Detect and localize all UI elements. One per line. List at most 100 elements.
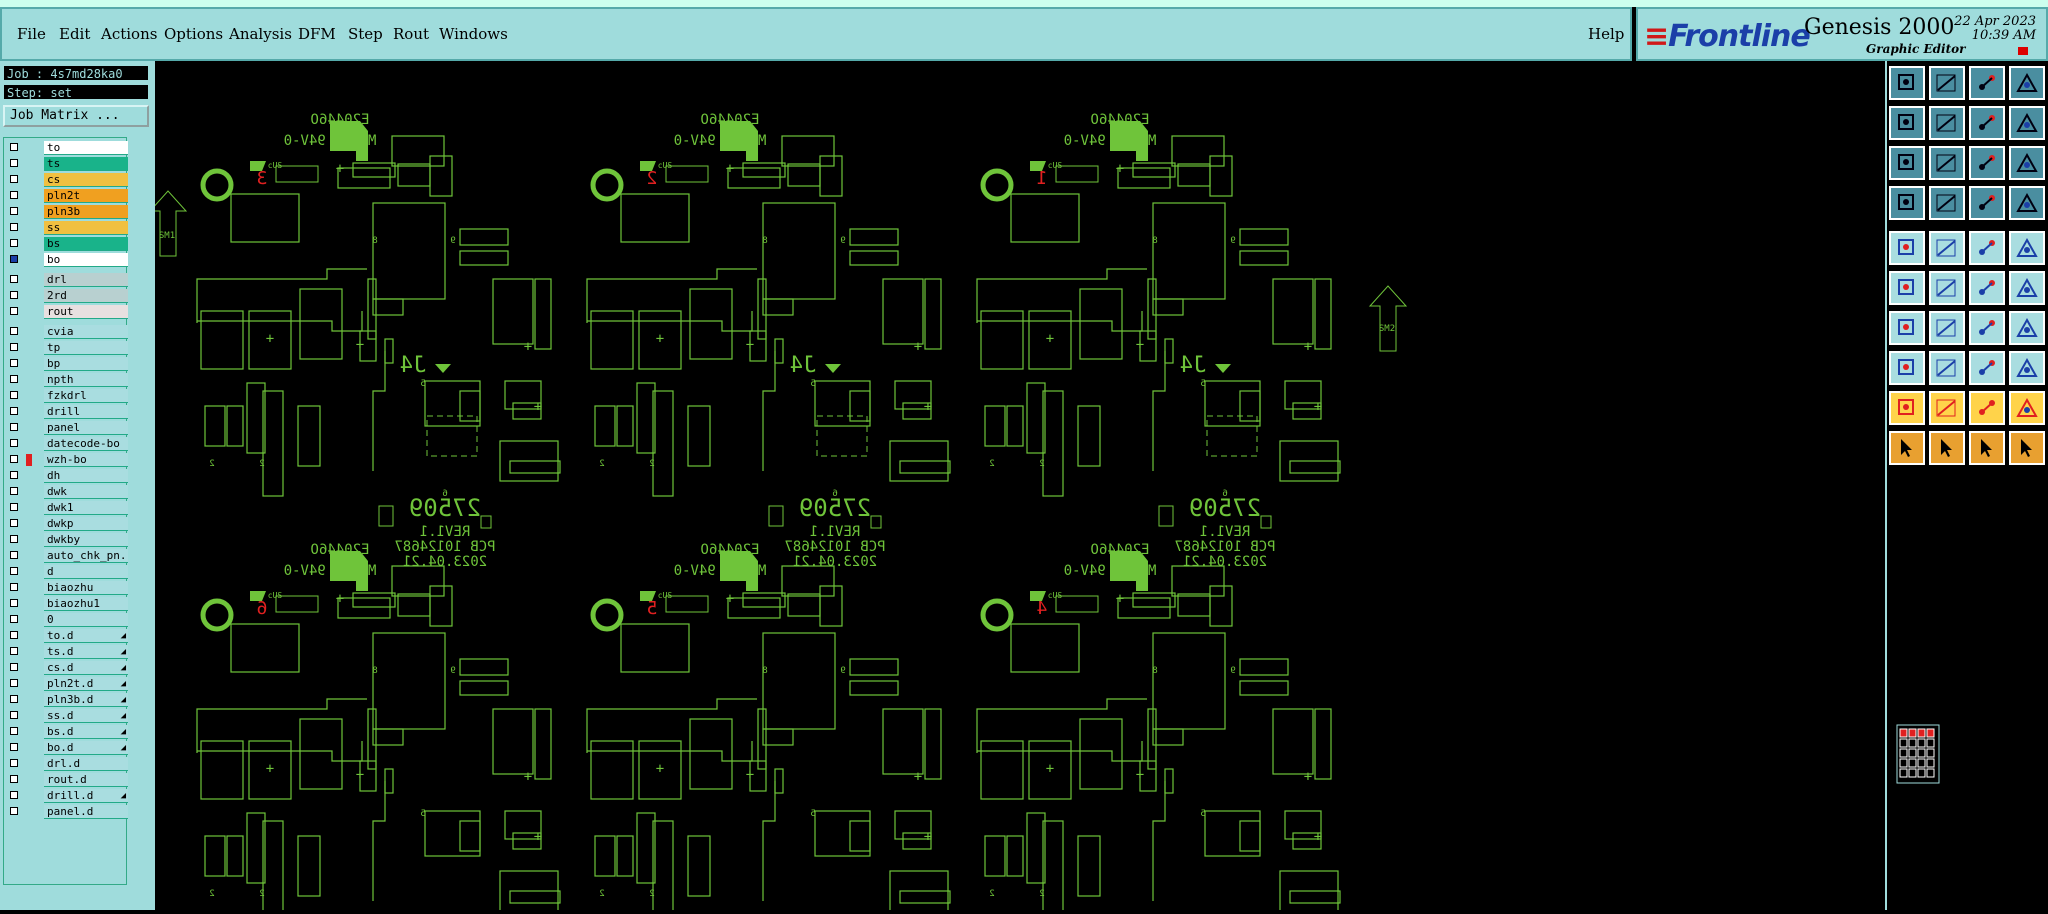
layer-name[interactable]: pln3b.d ◢ — [44, 693, 128, 707]
layer-checkbox[interactable] — [10, 239, 18, 247]
layer-swap-button[interactable] — [1969, 106, 2005, 140]
triangle-outline-button[interactable] — [2009, 391, 2045, 425]
import-button[interactable] — [1929, 106, 1965, 140]
layer-row-npth[interactable]: npth — [6, 373, 128, 387]
menu-step[interactable]: Step — [348, 25, 383, 43]
layer-row-pln3b-d[interactable]: pln3b.d ◢ — [6, 693, 128, 707]
layer-row-bs-d[interactable]: bs.d ◢ — [6, 725, 128, 739]
triangle-button[interactable] — [1889, 391, 1925, 425]
layer-name[interactable]: to.d ◢ — [44, 629, 128, 643]
layer-name[interactable]: ss — [44, 221, 128, 235]
layer-name[interactable]: dwk1 — [44, 501, 128, 515]
layer-row-drl-d[interactable]: drl.d — [6, 757, 128, 771]
save-button[interactable] — [1929, 66, 1965, 100]
layer-row-ss[interactable]: ss — [6, 221, 128, 235]
layer-row-pln2t[interactable]: pln2t — [6, 189, 128, 203]
layer-checkbox[interactable] — [10, 711, 18, 719]
split-view-button[interactable] — [2009, 66, 2045, 100]
layer-row-drl[interactable]: drl — [6, 273, 128, 287]
job-matrix-button[interactable]: Job Matrix ... — [3, 105, 149, 127]
layer-row-to-d[interactable]: to.d ◢ — [6, 629, 128, 643]
layer-checkbox[interactable] — [10, 775, 18, 783]
layer-name[interactable]: drl.d — [44, 757, 128, 771]
layer-checkbox[interactable] — [10, 807, 18, 815]
layer-name[interactable]: panel — [44, 421, 128, 435]
layer-checkbox[interactable] — [10, 631, 18, 639]
layer-name[interactable]: bo — [44, 253, 128, 267]
layer-checkbox[interactable] — [10, 375, 18, 383]
layer-name[interactable]: cvia — [44, 325, 128, 339]
layer-checkbox[interactable] — [10, 275, 18, 283]
layer-name[interactable]: pln3b — [44, 205, 128, 219]
pan-button[interactable] — [1929, 146, 1965, 180]
layer-row-dwkp[interactable]: dwkp — [6, 517, 128, 531]
layer-row-cs[interactable]: cs — [6, 173, 128, 187]
layer-checkbox[interactable] — [10, 551, 18, 559]
layer-row-cs-d[interactable]: cs.d ◢ — [6, 661, 128, 675]
layer-name[interactable]: ss.d ◢ — [44, 709, 128, 723]
add-line-button[interactable] — [1929, 231, 1965, 265]
layer-name[interactable]: rout.d — [44, 773, 128, 787]
menu-rout[interactable]: Rout — [393, 25, 429, 43]
layer-name[interactable]: drill.d ◢ — [44, 789, 128, 803]
layer-name[interactable]: drill — [44, 405, 128, 419]
graphic-canvas[interactable]: E20446OMI1 S 94V-0cUS3J427509REV1.1PCB 1… — [148, 61, 1885, 914]
layer-row-tp[interactable]: tp — [6, 341, 128, 355]
layer-name[interactable]: 2rd — [44, 289, 128, 303]
open-button[interactable] — [1889, 66, 1925, 100]
grid-button[interactable] — [1929, 186, 1965, 220]
layer-checkbox[interactable] — [10, 615, 18, 623]
help-button[interactable] — [2009, 146, 2045, 180]
layer-checkbox[interactable] — [10, 583, 18, 591]
layer-name[interactable]: fzkdrl — [44, 389, 128, 403]
add-circle-button[interactable] — [2009, 231, 2045, 265]
layer-checkbox[interactable] — [10, 359, 18, 367]
triangle-fill-button[interactable] — [1969, 391, 2005, 425]
menu-options[interactable]: Options — [164, 25, 223, 43]
layer-row-bo-d[interactable]: bo.d ◢ — [6, 741, 128, 755]
layer-name[interactable]: bp — [44, 357, 128, 371]
layer-row-datecode-bo[interactable]: datecode-bo — [6, 437, 128, 451]
layer-name[interactable]: tp — [44, 341, 128, 355]
draw-line-button[interactable] — [1889, 311, 1925, 345]
ring-button[interactable] — [2009, 351, 2045, 385]
zoom-fit-button[interactable] — [1889, 146, 1925, 180]
arc-button[interactable] — [1969, 311, 2005, 345]
layer-checkbox[interactable] — [10, 679, 18, 687]
select-button[interactable] — [1889, 431, 1925, 465]
layer-checkbox[interactable] — [10, 535, 18, 543]
menu-file[interactable]: File — [17, 25, 46, 43]
layer-row-panel-d[interactable]: panel.d — [6, 805, 128, 819]
layer-name[interactable]: biaozhu1 — [44, 597, 128, 611]
layer-row-rout-d[interactable]: rout.d — [6, 773, 128, 787]
layer-row-bo[interactable]: bo — [6, 253, 128, 267]
menu-help[interactable]: Help — [1588, 25, 1624, 43]
layer-name[interactable]: dwk — [44, 485, 128, 499]
layer-row-d[interactable]: d — [6, 565, 128, 579]
layer-checkbox[interactable] — [10, 695, 18, 703]
layer-name[interactable]: to — [44, 141, 128, 155]
layer-row-rout[interactable]: rout — [6, 305, 128, 319]
layer-name[interactable]: biaozhu — [44, 581, 128, 595]
layer-checkbox[interactable] — [10, 307, 18, 315]
layer-row-to[interactable]: to — [6, 141, 128, 155]
layer-name[interactable]: bs — [44, 237, 128, 251]
add-pad-button[interactable] — [1889, 231, 1925, 265]
layer-checkbox[interactable] — [10, 727, 18, 735]
layer-checkbox[interactable] — [10, 663, 18, 671]
layer-name[interactable]: 0 — [44, 613, 128, 627]
layer-checkbox[interactable] — [10, 487, 18, 495]
connect-button[interactable] — [1969, 271, 2005, 305]
layer-checkbox[interactable] — [10, 191, 18, 199]
layer-checkbox[interactable] — [10, 743, 18, 751]
select-window-button[interactable] — [1969, 431, 2005, 465]
layer-checkbox[interactable] — [10, 343, 18, 351]
flip-button[interactable] — [2009, 311, 2045, 345]
layer-row-biaozhu1[interactable]: biaozhu1 — [6, 597, 128, 611]
layer-checkbox[interactable] — [10, 291, 18, 299]
layer-row-drill[interactable]: drill — [6, 405, 128, 419]
export-button[interactable] — [1889, 106, 1925, 140]
layer-row-dwk[interactable]: dwk — [6, 485, 128, 499]
scale-button[interactable] — [1969, 146, 2005, 180]
layer-name[interactable]: wzh-bo — [44, 453, 128, 467]
